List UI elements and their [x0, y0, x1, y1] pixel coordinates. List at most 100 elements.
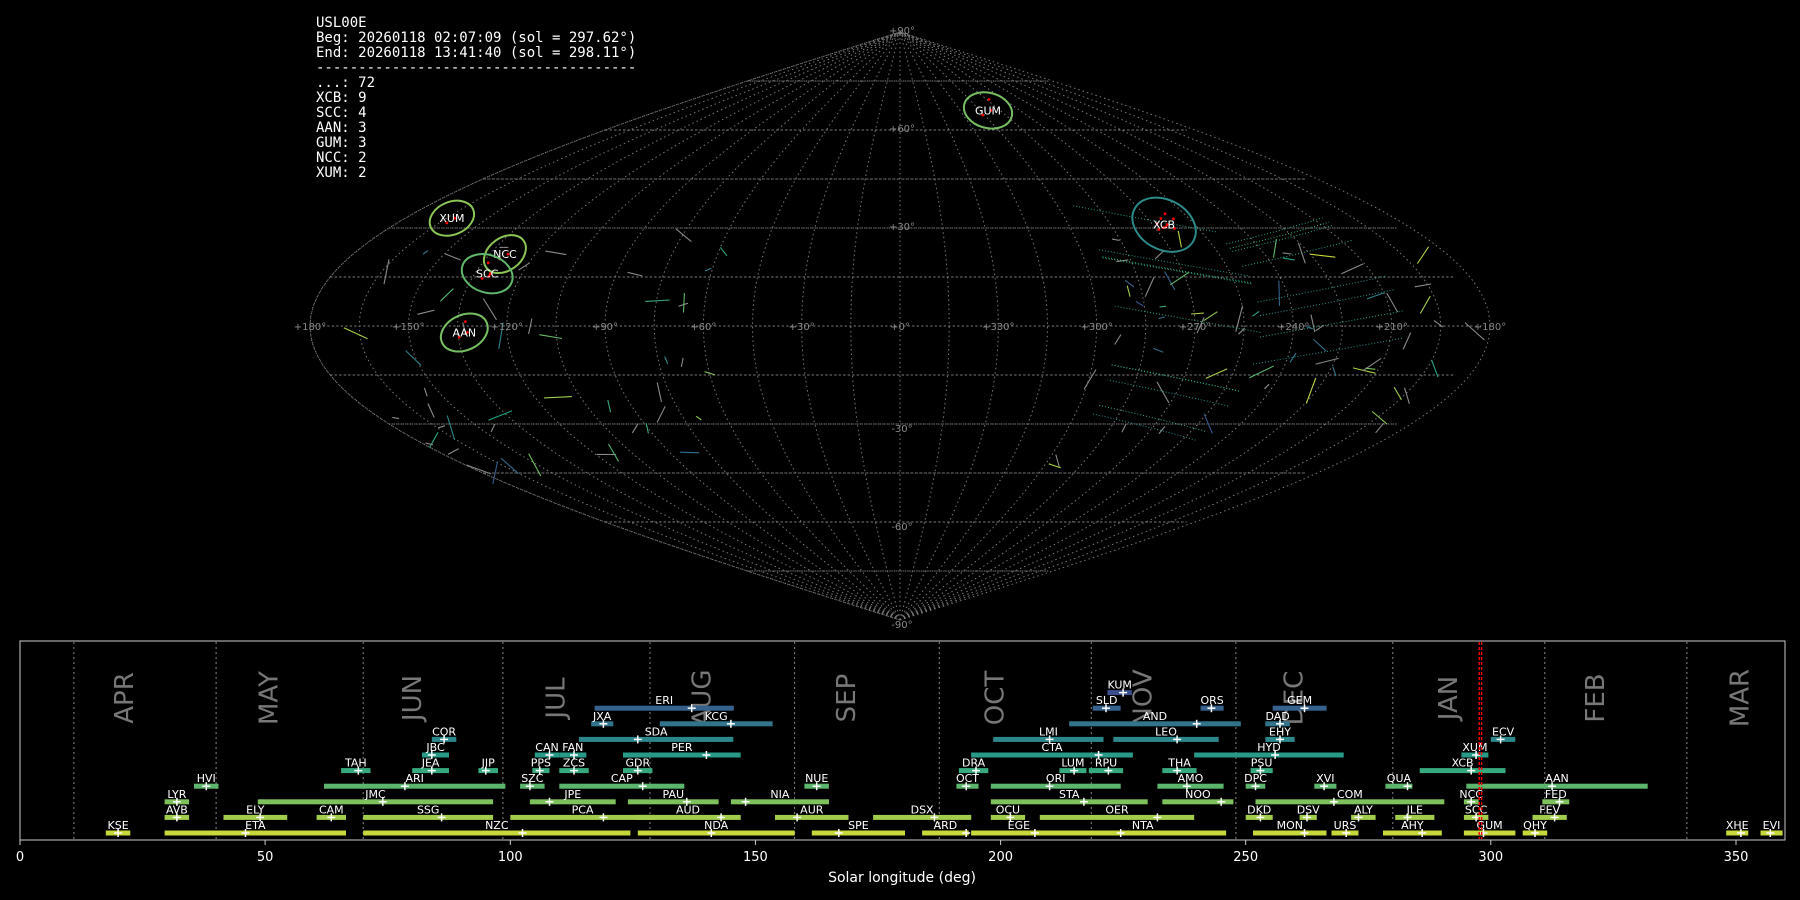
- meteor-track: [1375, 422, 1385, 434]
- meteor-track: [423, 387, 428, 397]
- meteor-track: [1282, 252, 1292, 255]
- shower-code-label: JEA: [421, 757, 440, 770]
- shower-code-label: FED: [1545, 788, 1567, 801]
- shower-code-label: XVI: [1316, 772, 1334, 785]
- shower-code-label: OER: [1105, 803, 1129, 816]
- meteor-track: [1371, 411, 1388, 425]
- shower-code-label: OCU: [996, 803, 1020, 816]
- radiant-drift-track: [1253, 337, 1404, 365]
- shower-code-label: XHE: [1726, 819, 1749, 832]
- sky-map: +180° +150° +120° +90° +60° +30° +0° +330° +300°…: [294, 26, 1506, 631]
- x-tick-label: 100: [498, 850, 523, 865]
- month-label: MAR: [1726, 669, 1756, 727]
- meteor-track: [1264, 383, 1270, 390]
- meteor-track: [466, 464, 492, 475]
- meteor-track: [1169, 271, 1190, 286]
- radiant-drift-track: [1259, 289, 1396, 317]
- meteor-track: [1235, 305, 1244, 332]
- meteor-track: [405, 350, 422, 366]
- meteor-track: [656, 405, 666, 423]
- shower-code-label: TAH: [344, 757, 367, 770]
- month-label: MAY: [255, 671, 285, 725]
- month-label: OCT: [980, 671, 1010, 726]
- meteor-track: [1164, 271, 1176, 291]
- meteor-track: [1156, 381, 1170, 404]
- longitude-label: +0°: [890, 322, 910, 333]
- radiant-drift-track: [1242, 239, 1353, 267]
- meteor-track: [1055, 454, 1060, 468]
- meteor-track: [1111, 238, 1120, 241]
- shower-code-label: NTA: [1132, 819, 1154, 832]
- meteor-track: [440, 288, 454, 302]
- shower-code-label: AVB: [166, 803, 188, 816]
- shower-code-label: SZC: [521, 772, 544, 785]
- shower-code-label: ECV: [1492, 725, 1515, 738]
- radiant-drift-track: [1098, 249, 1248, 277]
- shower-code-label: DAD: [1265, 710, 1289, 723]
- shower-code-label: CAM: [319, 803, 344, 816]
- longitude-label: +60°: [690, 322, 716, 333]
- meteor-track: [544, 396, 572, 399]
- shower-code-label: NOO: [1185, 788, 1211, 801]
- shower-code-label: COR: [432, 725, 456, 738]
- shower-code-label: CAP: [611, 772, 633, 785]
- shower-code-label: EVI: [1763, 819, 1781, 832]
- shower-code-label: EGE: [1008, 819, 1030, 832]
- timeline-x-axis: 0 50 100 150 200 250 300 350: [16, 840, 1749, 865]
- shower-radiant-label: SCC: [476, 268, 499, 281]
- meteor-track: [608, 443, 619, 462]
- shower-code-label: HYD: [1257, 741, 1280, 754]
- shower-code-label: ZCS: [563, 757, 585, 770]
- shower-code-label: MON: [1277, 819, 1303, 832]
- shower-code-label: ORS: [1200, 694, 1223, 707]
- radiant-drift-track: [1111, 364, 1240, 392]
- meteor-track: [695, 415, 702, 421]
- meteor-track: [1403, 387, 1410, 405]
- latitude-label: -30°: [891, 424, 912, 435]
- shower-radiant-label: NCC: [493, 248, 517, 261]
- meteor-track: [437, 425, 446, 429]
- shower-code-label: DPC: [1244, 772, 1267, 785]
- meteor-track: [427, 403, 435, 418]
- shower-code-label: AUD: [676, 803, 700, 816]
- meteor-track: [645, 299, 670, 302]
- meteor-track: [1419, 295, 1431, 314]
- shower-code-label: ERI: [655, 694, 673, 707]
- longitude-label: +330°: [982, 322, 1014, 333]
- meteor-track: [664, 356, 669, 365]
- longitude-label: +210°: [1375, 322, 1407, 333]
- shower-code-label: OCT: [956, 772, 979, 785]
- meteor-track: [679, 451, 700, 454]
- shower-code-label: PSU: [1251, 757, 1273, 770]
- meteor-track: [429, 432, 439, 448]
- shower-code-label: AMO: [1178, 772, 1204, 785]
- meteor-track: [631, 423, 639, 434]
- shower-code-label: AHY: [1401, 819, 1424, 832]
- radiant-point: [1163, 212, 1167, 216]
- meteor-track: [1289, 352, 1297, 363]
- shower-code-label: NDA: [704, 819, 729, 832]
- longitude-label: +270°: [1179, 322, 1211, 333]
- shower-code-label: PAU: [663, 788, 685, 801]
- meteor-track: [1154, 250, 1165, 260]
- longitude-label: +120°: [490, 322, 522, 333]
- meteor-track: [1114, 334, 1122, 345]
- shower-code-label: ARI: [405, 772, 423, 785]
- radiant-drift-track: [1229, 221, 1330, 249]
- meteor-track: [1414, 283, 1432, 288]
- meteor-track: [1153, 347, 1164, 353]
- meteor-track: [1310, 314, 1316, 333]
- shower-code-label: JXA: [592, 710, 612, 723]
- shower-code-label: SCC: [1465, 803, 1488, 816]
- shower-code-label: RPU: [1095, 757, 1117, 770]
- x-tick-label: 350: [1724, 850, 1749, 865]
- shower-radiant-label: AAN: [453, 327, 477, 340]
- radiant-drift-track: [1111, 364, 1240, 392]
- x-tick-label: 50: [257, 850, 274, 865]
- month-label: SEP: [832, 674, 862, 723]
- shower-code-label: PPS: [531, 757, 551, 770]
- meteor-track: [447, 448, 459, 455]
- shower-code-label: DRA: [962, 757, 986, 770]
- shower-code-label: XCB: [1452, 757, 1474, 770]
- meteor-track: [682, 292, 685, 313]
